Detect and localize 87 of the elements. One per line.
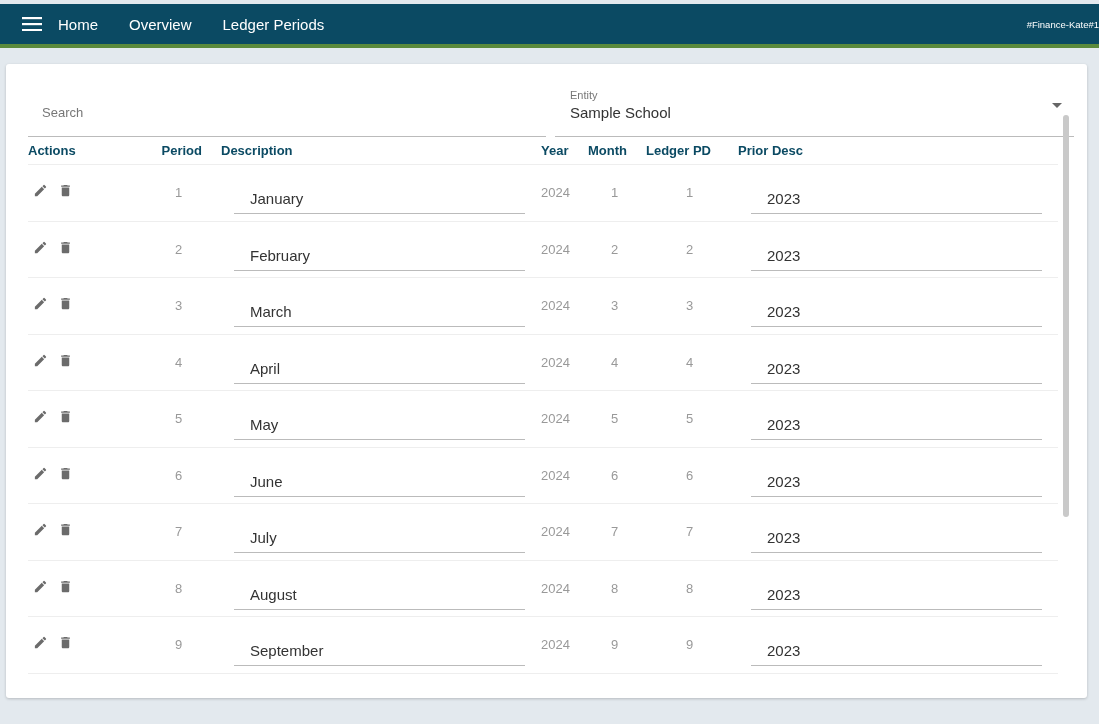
table-cell-text: 2024	[540, 466, 571, 483]
table-cell-text: 2024	[540, 636, 571, 652]
scrollbar[interactable]	[1063, 115, 1069, 517]
description-field[interactable]: July	[234, 509, 525, 553]
table-cell-text: 2024	[540, 579, 571, 596]
table-cell-text: 6	[684, 466, 695, 483]
column-header: Month	[587, 143, 628, 158]
table-cell-text: 7	[609, 523, 620, 539]
table-cell-text: 1	[173, 184, 184, 200]
table-cell-text: 7	[173, 523, 184, 539]
prior-desc-field[interactable]: 2023	[751, 283, 1042, 327]
table-cell-text: 3	[173, 297, 184, 313]
description-field[interactable]: February	[234, 226, 525, 271]
table-cell-text: 3	[684, 297, 695, 313]
caret-icon	[1052, 102, 1062, 108]
delete-icon[interactable]	[58, 465, 73, 481]
table-cell-text: 2	[684, 240, 695, 257]
nav-link[interactable]: Ledger Periods	[222, 15, 325, 33]
prior-desc-field[interactable]: 2023	[751, 170, 1042, 214]
edit-icon[interactable]	[33, 239, 48, 255]
table-cell-text: 5	[609, 410, 620, 426]
table-cell-text: 5	[684, 410, 695, 426]
table-cell-text: 2024	[540, 184, 571, 200]
delete-icon[interactable]	[58, 296, 73, 311]
edit-icon[interactable]	[33, 465, 48, 481]
edit-icon[interactable]	[33, 578, 48, 594]
table-cell-text: 4	[609, 353, 620, 370]
prior-desc-field[interactable]: 2023	[751, 622, 1042, 666]
table-cell-text: 2	[609, 240, 620, 257]
delete-icon[interactable]	[58, 239, 73, 255]
prior-desc-field[interactable]: 2023	[751, 226, 1042, 271]
column-header: Description	[220, 143, 294, 158]
edit-icon[interactable]	[33, 296, 48, 311]
table-cell-text: 5	[173, 410, 184, 426]
prior-desc-field[interactable]: 2023	[751, 396, 1042, 440]
user-tag: #Finance-Kate#1	[1026, 18, 1099, 30]
delete-icon[interactable]	[58, 183, 73, 198]
table-cell-text: 3	[609, 297, 620, 313]
table-cell-text: 4	[173, 353, 184, 370]
delete-icon[interactable]	[58, 578, 73, 594]
search-field[interactable]: Search	[28, 74, 546, 137]
prior-desc-field[interactable]: 2023	[751, 509, 1042, 553]
table-cell-text: 2024	[540, 297, 571, 313]
edit-icon[interactable]	[33, 409, 48, 424]
prior-desc-field[interactable]: 2023	[751, 452, 1042, 497]
edit-icon[interactable]	[33, 635, 48, 650]
table-cell-text: 8	[173, 579, 184, 596]
table-cell-text: 2	[173, 240, 184, 257]
menu-icon[interactable]	[22, 17, 42, 31]
description-field[interactable]: September	[234, 622, 525, 666]
description-field[interactable]: March	[234, 283, 525, 327]
table-cell-text: 9	[173, 636, 184, 652]
table-cell-text: 9	[609, 636, 620, 652]
prior-desc-field[interactable]: 2023	[751, 565, 1042, 610]
table-cell-text: 2024	[540, 410, 571, 426]
column-header: Actions	[28, 143, 77, 158]
description-field[interactable]: April	[234, 339, 525, 384]
nav-link[interactable]: Home	[58, 15, 98, 33]
delete-icon[interactable]	[58, 635, 73, 650]
table-cell-text: 9	[684, 636, 695, 652]
column-header: Ledger PD	[645, 143, 712, 158]
nav-link[interactable]: Overview	[129, 15, 192, 33]
table-cell-text: 4	[684, 353, 695, 370]
table-cell-text: 7	[684, 523, 695, 539]
table-cell-text: 6	[609, 466, 620, 483]
description-field[interactable]: August	[234, 565, 525, 610]
description-field[interactable]: June	[234, 452, 525, 497]
table-cell-text: 8	[609, 579, 620, 596]
table-cell-text: 6	[173, 466, 184, 483]
table-cell-text: 2024	[540, 353, 571, 370]
column-header: Year	[540, 143, 570, 158]
delete-icon[interactable]	[58, 522, 73, 537]
delete-icon[interactable]	[58, 352, 73, 368]
table-cell-text: 1	[684, 184, 695, 200]
table-cell-text: 8	[684, 579, 695, 596]
description-field[interactable]: May	[234, 396, 525, 440]
edit-icon[interactable]	[33, 522, 48, 537]
prior-desc-field[interactable]: 2023	[751, 339, 1042, 384]
table-cell-text: 2024	[540, 523, 571, 539]
table-cell-text: 2024	[540, 240, 571, 257]
table-cell-text: 1	[609, 184, 620, 200]
column-header: Period	[160, 143, 203, 158]
edit-icon[interactable]	[33, 352, 48, 368]
description-field[interactable]: January	[234, 170, 525, 214]
column-header: Prior Desc	[737, 143, 805, 158]
edit-icon[interactable]	[33, 183, 48, 198]
delete-icon[interactable]	[58, 409, 73, 424]
